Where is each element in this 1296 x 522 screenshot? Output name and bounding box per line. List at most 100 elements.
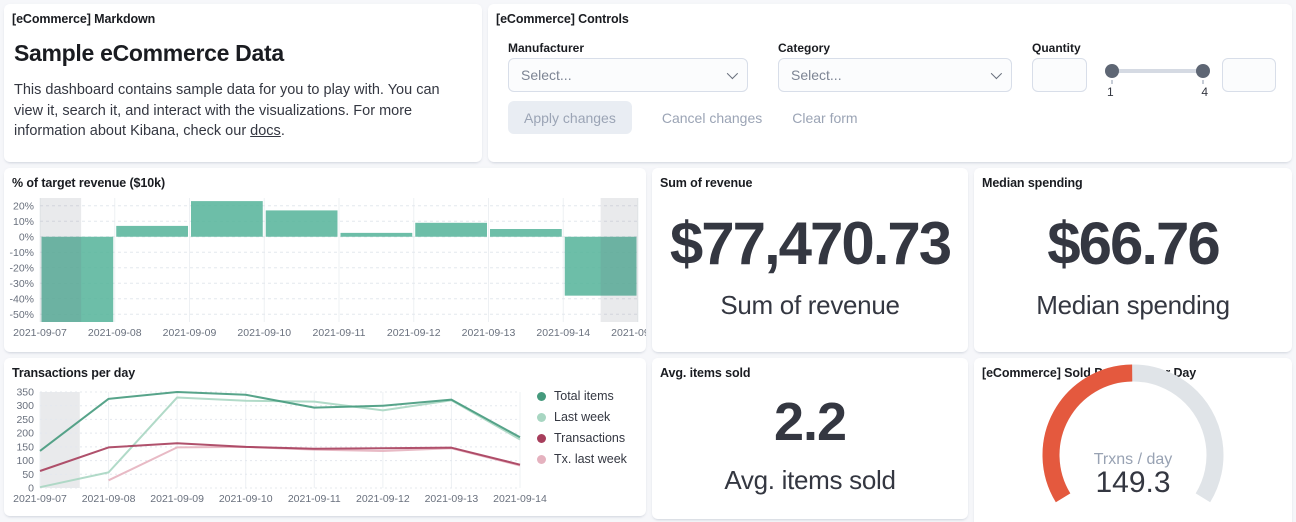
panel-target-revenue: % of target revenue ($10k) 20%10%0%-10%-… — [4, 168, 646, 352]
slider-tick — [1111, 80, 1113, 84]
x-axis-tick-label: 2021-09-12 — [356, 493, 410, 505]
metric-label: Sum of revenue — [720, 290, 899, 321]
line-series-last-week[interactable] — [40, 397, 520, 487]
line-series-transactions[interactable] — [40, 443, 520, 471]
metric-value: $66.76 — [1047, 214, 1219, 274]
x-axis-tick-label: 2021-09-09 — [163, 327, 217, 339]
slider-track[interactable] — [1111, 69, 1204, 73]
legend-item-transactions[interactable]: Transactions — [537, 431, 627, 445]
partial-bucket-band — [40, 198, 81, 322]
y-axis-tick-label: 10% — [13, 216, 34, 228]
manufacturer-select[interactable]: Select... — [508, 58, 748, 92]
x-axis-tick-label: 2021-09-13 — [462, 327, 516, 339]
chevron-down-icon — [991, 68, 1002, 79]
y-axis-tick-label: 300 — [16, 400, 34, 412]
sold-products-gauge[interactable]: Trxns / day 149.3 — [974, 358, 1292, 522]
target-revenue-bar-chart[interactable]: 20%10%0%-10%-20%-30%-40%-50%2021-09-0720… — [4, 168, 646, 352]
chevron-down-icon — [727, 68, 738, 79]
y-axis-tick-label: -40% — [9, 293, 34, 305]
category-select[interactable]: Select... — [778, 58, 1012, 92]
panel-sold-products: [eCommerce] Sold Products per Day Trxns … — [974, 358, 1292, 522]
quantity-range-slider: 1 4 — [1105, 62, 1210, 102]
slider-handle-min[interactable] — [1105, 64, 1119, 78]
chart-legend: Total items Last week Transactions Tx. last… — [537, 389, 627, 466]
markdown-text: This dashboard contains sample data for … — [14, 82, 440, 139]
quantity-max-input[interactable] — [1222, 58, 1276, 92]
gauge-value: 149.3 — [1095, 466, 1170, 499]
legend-dot-icon — [537, 413, 546, 422]
x-axis-tick-label: 2021-09-09 — [150, 493, 204, 505]
quantity-label: Quantity — [1032, 41, 1081, 55]
panel-title-markdown: [eCommerce] Markdown — [4, 4, 482, 26]
bar-2021-09-08[interactable] — [116, 226, 188, 237]
metric-label: Avg. items sold — [724, 465, 895, 496]
x-axis-tick-label: 2021-09-13 — [425, 493, 479, 505]
panel-sum-revenue: Sum of revenue $77,470.73 Sum of revenue — [652, 168, 968, 352]
metric-value: 2.2 — [774, 395, 846, 449]
dashboard: [eCommerce] Markdown Sample eCommerce Da… — [0, 0, 1296, 522]
x-axis-tick-label: 2021-09-14 — [536, 327, 590, 339]
bar-2021-09-11[interactable] — [341, 233, 413, 237]
x-axis-tick-label: 2021-09-14 — [493, 493, 547, 505]
cancel-changes-button[interactable]: Cancel changes — [662, 110, 762, 126]
markdown-text-end: . — [281, 123, 285, 139]
markdown-body: This dashboard contains sample data for … — [14, 80, 454, 142]
legend-item-tx-last-week[interactable]: Tx. last week — [537, 452, 627, 466]
bar-2021-09-10[interactable] — [266, 210, 338, 236]
manufacturer-label: Manufacturer — [508, 41, 584, 55]
x-axis-tick-label: 2021-09-10 — [237, 327, 291, 339]
slider-tick — [1202, 80, 1204, 84]
x-axis-tick-label: 2021-09-10 — [219, 493, 273, 505]
legend-item-last-week[interactable]: Last week — [537, 410, 627, 424]
x-axis-tick-label: 2021-09-08 — [82, 493, 136, 505]
y-axis-tick-label: 350 — [16, 387, 34, 399]
apply-changes-button[interactable]: Apply changes — [508, 101, 632, 134]
y-axis-tick-label: -10% — [9, 247, 34, 259]
legend-dot-icon — [537, 392, 546, 401]
x-axis-tick-label: 2021-09-07 — [13, 493, 67, 505]
x-axis-tick-label: 2021-09-12 — [387, 327, 441, 339]
category-label: Category — [778, 41, 830, 55]
partial-bucket-band — [601, 198, 638, 322]
slider-handle-max[interactable] — [1196, 64, 1210, 78]
y-axis-tick-label: -50% — [9, 309, 34, 321]
panel-title-controls: [eCommerce] Controls — [488, 4, 1292, 26]
slider-min-value: 1 — [1107, 85, 1114, 99]
panel-markdown: [eCommerce] Markdown Sample eCommerce Da… — [4, 4, 482, 162]
slider-max-value: 4 — [1201, 85, 1208, 99]
y-axis-tick-label: 20% — [13, 200, 34, 212]
bar-2021-09-09[interactable] — [191, 201, 263, 237]
y-axis-tick-label: 200 — [16, 428, 34, 440]
legend-label: Tx. last week — [554, 452, 627, 466]
metric-value: $77,470.73 — [670, 214, 950, 274]
y-axis-tick-label: -30% — [9, 278, 34, 290]
y-axis-tick-label: 150 — [16, 441, 34, 453]
y-axis-tick-label: 100 — [16, 455, 34, 467]
metric-sum-revenue: $77,470.73 Sum of revenue — [652, 168, 968, 352]
x-axis-tick-label: 2021-09-08 — [88, 327, 142, 339]
bar-2021-09-12[interactable] — [415, 223, 487, 237]
partial-bucket-band — [40, 392, 80, 488]
y-axis-tick-label: 250 — [16, 414, 34, 426]
category-placeholder: Select... — [791, 67, 842, 83]
panel-median-spending: Median spending $66.76 Median spending — [974, 168, 1292, 352]
legend-dot-icon — [537, 434, 546, 443]
legend-dot-icon — [537, 455, 546, 464]
y-axis-tick-label: 50 — [22, 469, 34, 481]
x-axis-tick-label: 2021-09-15 — [611, 327, 646, 339]
line-series-total-items[interactable] — [40, 392, 520, 451]
metric-label: Median spending — [1036, 290, 1230, 321]
x-axis-tick-label: 2021-09-07 — [13, 327, 67, 339]
markdown-heading: Sample eCommerce Data — [14, 40, 472, 67]
y-axis-tick-label: -20% — [9, 262, 34, 274]
panel-controls: [eCommerce] Controls Manufacturer Select… — [488, 4, 1292, 162]
metric-median-spending: $66.76 Median spending — [974, 168, 1292, 352]
x-axis-tick-label: 2021-09-11 — [313, 327, 366, 339]
manufacturer-placeholder: Select... — [521, 67, 572, 83]
x-axis-tick-label: 2021-09-11 — [288, 493, 341, 505]
clear-form-button[interactable]: Clear form — [792, 110, 857, 126]
docs-link[interactable]: docs — [250, 123, 281, 139]
legend-item-total-items[interactable]: Total items — [537, 389, 627, 403]
bar-2021-09-13[interactable] — [490, 229, 562, 237]
quantity-min-input[interactable] — [1032, 58, 1087, 92]
